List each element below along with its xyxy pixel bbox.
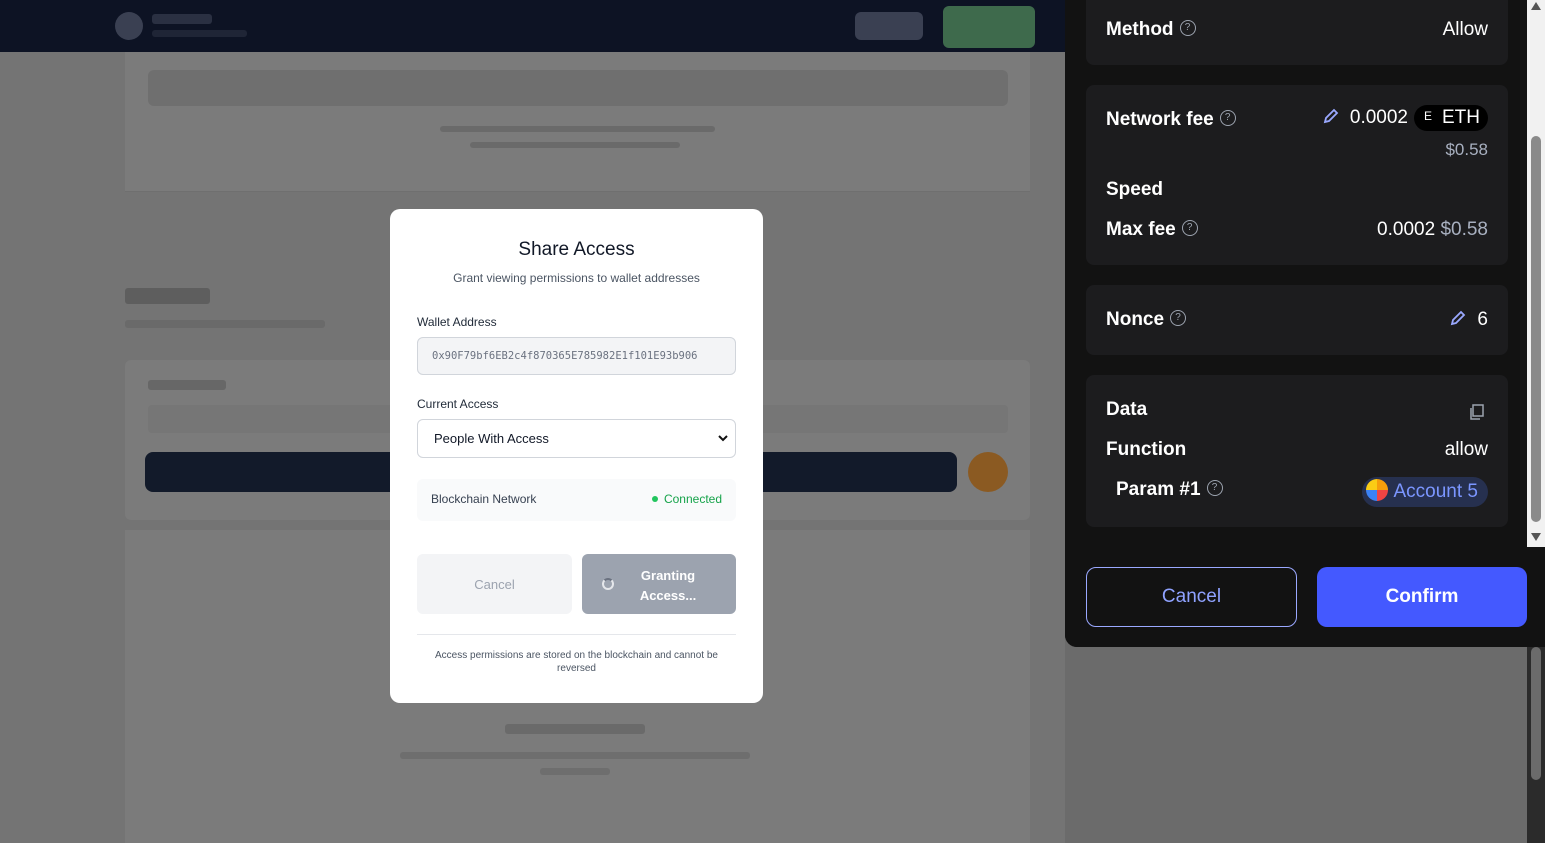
- bg-empty-text: [540, 768, 610, 775]
- method-value: Allow: [1442, 19, 1488, 40]
- current-access-value: People With Access: [434, 431, 549, 446]
- bg-logo-subtext: [152, 30, 247, 37]
- data-card: Data Function allow Param #1? Account 5: [1086, 375, 1508, 527]
- page-scrollbar[interactable]: [1527, 647, 1545, 843]
- nonce-value: 6: [1449, 309, 1488, 331]
- bg-logo: [115, 12, 143, 40]
- wallet-confirm-button[interactable]: Confirm: [1317, 567, 1527, 627]
- help-circle-icon[interactable]: ?: [1170, 309, 1187, 326]
- account-avatar: [1365, 478, 1388, 501]
- scroll-up-arrow-icon[interactable]: [1531, 2, 1541, 10]
- network-fee-card: Network fee? 0.0002 E ETH $0.58 Speed Max …: [1086, 85, 1508, 265]
- bg-section-subtitle: [125, 320, 325, 328]
- bg-empty-title: [505, 724, 645, 734]
- bg-empty-text: [400, 752, 750, 759]
- max-fee-amount: 0.0002: [1377, 219, 1436, 240]
- blockchain-network-status: Blockchain Network Connected: [417, 479, 736, 521]
- modal-subtitle: Grant viewing permissions to wallet addr…: [453, 271, 700, 285]
- help-circle-icon[interactable]: ?: [1206, 479, 1223, 496]
- bg-orange-button: [968, 452, 1008, 492]
- network-label: Blockchain Network: [431, 492, 537, 506]
- panel-scrollbar[interactable]: [1527, 0, 1545, 547]
- bg-upload-bar: [148, 70, 1008, 106]
- method-card: Method? Allow: [1086, 0, 1508, 65]
- nonce-card: Nonce? 6: [1086, 285, 1508, 355]
- nonce-label-text: Nonce: [1106, 309, 1165, 330]
- network-status-text: Connected: [663, 492, 722, 506]
- wallet-address-label: Wallet Address: [417, 315, 497, 329]
- network-fee-usd: $0.58: [1445, 140, 1488, 159]
- status-dot-icon: [651, 495, 658, 502]
- modal-cancel-button[interactable]: Cancel: [417, 554, 572, 614]
- network-fee-label: Network fee?: [1106, 109, 1236, 131]
- bg-nav-button: [855, 12, 923, 40]
- current-access-label: Current Access: [417, 397, 499, 411]
- network-fee-value: 0.0002 E ETH: [1322, 105, 1488, 131]
- modal-footnote: Access permissions are stored on the blo…: [435, 650, 718, 674]
- grant-access-button[interactable]: Granting Access...: [582, 554, 736, 614]
- grant-access-label: Granting Access...: [639, 568, 697, 603]
- panel-scrollbar-thumb[interactable]: [1531, 136, 1541, 522]
- eth-symbol: ETH: [1442, 107, 1480, 128]
- param-label-text: Param #1: [1116, 479, 1201, 500]
- current-access-select[interactable]: People With Access: [417, 419, 736, 458]
- nonce-label: Nonce?: [1106, 309, 1187, 331]
- max-fee-label-text: Max fee: [1106, 219, 1176, 240]
- method-label: Method?: [1106, 19, 1196, 41]
- max-fee-value: 0.0002 $0.58: [1377, 219, 1488, 241]
- bg-nav-primary-button: [943, 6, 1035, 48]
- speed-label: Speed: [1106, 179, 1164, 200]
- page-scrollbar-thumb[interactable]: [1531, 647, 1541, 780]
- bg-section-title: [125, 288, 210, 304]
- scroll-down-arrow-icon[interactable]: [1531, 533, 1541, 541]
- account-name: Account 5: [1393, 481, 1479, 502]
- help-circle-icon[interactable]: ?: [1181, 219, 1198, 236]
- data-label: Data: [1106, 399, 1148, 420]
- network-fee-amount: 0.0002: [1349, 107, 1408, 128]
- function-label: Function: [1106, 439, 1187, 460]
- method-label-text: Method: [1106, 19, 1174, 40]
- bg-text-line: [470, 142, 680, 148]
- copy-icon[interactable]: [1468, 403, 1486, 421]
- max-fee-label: Max fee?: [1106, 219, 1198, 241]
- spinner-icon: [602, 578, 614, 590]
- wallet-address-input[interactable]: 0x90F79bf6EB2c4f870365E785982E1f101E93b9…: [417, 337, 736, 375]
- account-chip[interactable]: Account 5: [1361, 477, 1488, 507]
- modal-divider: [417, 634, 736, 635]
- nonce-number: 6: [1477, 309, 1488, 330]
- param-label: Param #1?: [1116, 479, 1223, 501]
- bg-top-navbar: [0, 0, 1065, 52]
- wallet-cancel-button[interactable]: Cancel: [1086, 567, 1297, 627]
- bg-field-label: [148, 380, 226, 390]
- network-status: Connected: [651, 492, 722, 506]
- help-circle-icon[interactable]: ?: [1219, 109, 1236, 126]
- pencil-icon[interactable]: [1322, 107, 1340, 125]
- bg-text-line: [440, 126, 715, 132]
- eth-token-chip: E ETH: [1414, 105, 1488, 131]
- function-value: allow: [1444, 439, 1488, 460]
- eth-icon: E: [1418, 105, 1438, 126]
- share-access-modal: Share Access Grant viewing permissions t…: [390, 209, 763, 703]
- bg-logo-text: [152, 14, 212, 24]
- chevron-down-icon: [718, 435, 728, 442]
- modal-title: Share Access: [518, 239, 635, 260]
- max-fee-usd: $0.58: [1440, 219, 1488, 240]
- network-fee-label-text: Network fee: [1106, 109, 1214, 130]
- pencil-icon[interactable]: [1449, 309, 1467, 327]
- help-circle-icon[interactable]: ?: [1179, 19, 1196, 36]
